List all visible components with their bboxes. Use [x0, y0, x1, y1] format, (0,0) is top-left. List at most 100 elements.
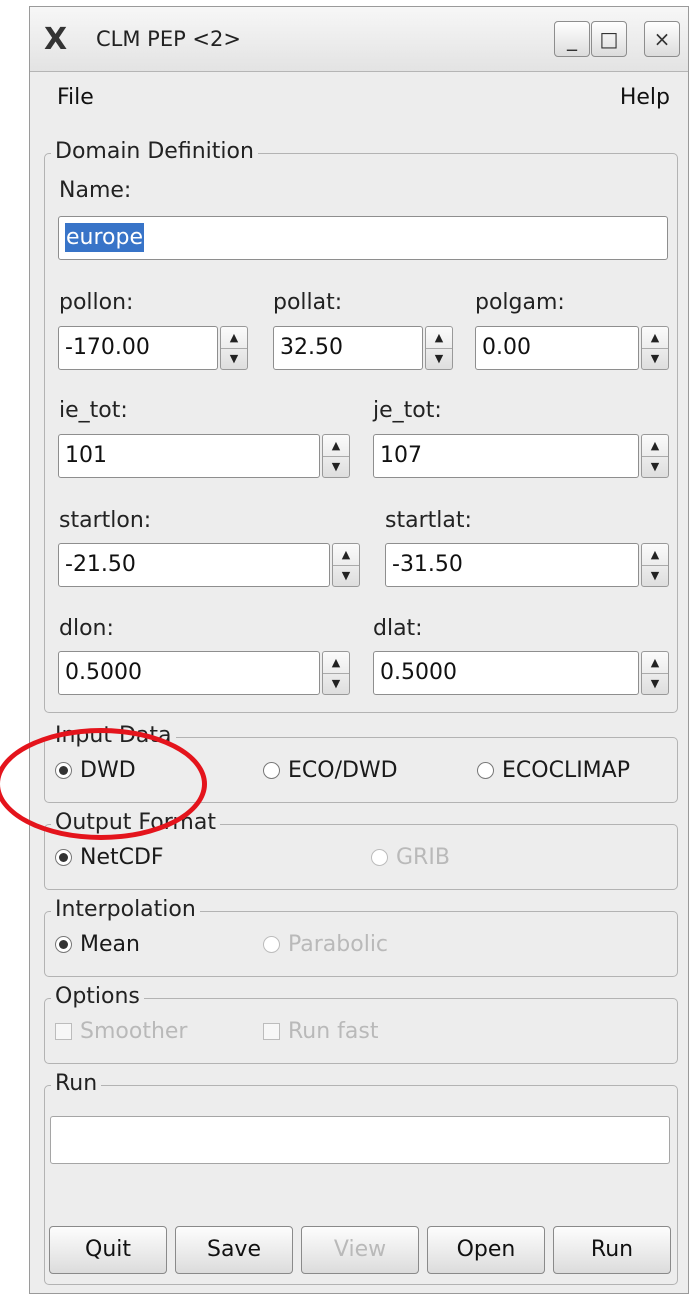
spin-down-icon[interactable]: ▼: [323, 456, 349, 477]
dlat-label: dlat:: [373, 616, 423, 641]
pollon-spinner[interactable]: ▲ ▼: [220, 326, 248, 370]
startlat-value: -31.50: [392, 552, 463, 577]
radio-unchecked-icon: [477, 762, 494, 779]
domain-definition-group: Domain Definition Name: europe pollon: p…: [44, 138, 678, 713]
close-button[interactable]: ×: [644, 21, 680, 57]
close-icon: ×: [653, 27, 671, 51]
smoother-label: Smoother: [80, 1019, 188, 1044]
minimize-button[interactable]: _: [554, 21, 590, 57]
ie-tot-input[interactable]: 101: [58, 434, 320, 478]
run-legend: Run: [51, 1070, 102, 1098]
pollat-input[interactable]: 32.50: [273, 326, 423, 370]
dlat-spinner[interactable]: ▲ ▼: [641, 651, 669, 695]
spin-up-icon[interactable]: ▲: [221, 327, 247, 349]
interpolation-group: Interpolation Mean Parabolic: [44, 896, 678, 977]
domain-definition-legend: Domain Definition: [51, 138, 258, 166]
checkbox-icon: [263, 1023, 280, 1040]
radio-netcdf-label: NetCDF: [80, 845, 164, 870]
je-tot-label: je_tot:: [373, 398, 442, 423]
title-bar[interactable]: X CLM PEP <2> _ □ ×: [30, 7, 688, 72]
pollon-value: -170.00: [65, 335, 150, 360]
maximize-icon: □: [599, 27, 619, 51]
pollat-spinner[interactable]: ▲ ▼: [425, 326, 453, 370]
spin-down-icon[interactable]: ▼: [333, 565, 359, 586]
run-fast-label: Run fast: [288, 1019, 379, 1044]
polgam-input[interactable]: 0.00: [475, 326, 639, 370]
quit-button[interactable]: Quit: [49, 1226, 167, 1274]
dlat-input[interactable]: 0.5000: [373, 651, 639, 695]
spin-down-icon[interactable]: ▼: [642, 565, 668, 586]
menu-help[interactable]: Help: [620, 85, 670, 110]
radio-mean[interactable]: Mean: [55, 932, 140, 957]
dlon-value: 0.5000: [65, 660, 142, 685]
spin-down-icon[interactable]: ▼: [221, 348, 247, 369]
radio-eco-dwd[interactable]: ECO/DWD: [263, 758, 398, 783]
spin-down-icon[interactable]: ▼: [642, 673, 668, 694]
radio-grib-label: GRIB: [396, 845, 450, 870]
name-input[interactable]: europe: [58, 216, 668, 260]
window-title: CLM PEP <2>: [96, 27, 241, 51]
pollon-label: pollon:: [59, 290, 134, 315]
polgam-spinner[interactable]: ▲ ▼: [641, 326, 669, 370]
startlon-spinner[interactable]: ▲ ▼: [332, 543, 360, 587]
spin-down-icon[interactable]: ▼: [426, 348, 452, 369]
radio-unchecked-icon: [371, 849, 388, 866]
open-button[interactable]: Open: [427, 1226, 545, 1274]
startlat-input[interactable]: -31.50: [385, 543, 639, 587]
name-value: europe: [65, 223, 144, 252]
spin-up-icon[interactable]: ▲: [642, 435, 668, 457]
radio-unchecked-icon: [263, 936, 280, 953]
dlon-spinner[interactable]: ▲ ▼: [322, 651, 350, 695]
pollat-label: pollat:: [273, 290, 343, 315]
radio-ecoclimap[interactable]: ECOCLIMAP: [477, 758, 630, 783]
spin-down-icon[interactable]: ▼: [642, 348, 668, 369]
smoother-checkbox: Smoother: [55, 1019, 187, 1044]
spin-up-icon[interactable]: ▲: [642, 652, 668, 674]
radio-grib: GRIB: [371, 845, 450, 870]
je-tot-value: 107: [380, 443, 422, 468]
spin-down-icon[interactable]: ▼: [323, 673, 349, 694]
startlon-label: startlon:: [59, 508, 152, 533]
spin-down-icon[interactable]: ▼: [642, 456, 668, 477]
pollat-value: 32.50: [280, 335, 343, 360]
pollon-input[interactable]: -170.00: [58, 326, 218, 370]
radio-checked-icon: [55, 849, 72, 866]
minimize-icon: _: [567, 27, 577, 51]
spin-up-icon[interactable]: ▲: [323, 652, 349, 674]
radio-unchecked-icon: [263, 762, 280, 779]
app-window: X CLM PEP <2> _ □ × File Help Domain Def…: [29, 6, 689, 1294]
app-x-icon: X: [44, 22, 68, 57]
menu-bar: File Help: [30, 71, 688, 123]
ie-tot-value: 101: [65, 443, 107, 468]
maximize-button[interactable]: □: [591, 21, 627, 57]
startlon-input[interactable]: -21.50: [58, 543, 330, 587]
polgam-value: 0.00: [482, 335, 531, 360]
dlon-label: dlon:: [59, 616, 114, 641]
je-tot-spinner[interactable]: ▲ ▼: [641, 434, 669, 478]
dlon-input[interactable]: 0.5000: [58, 651, 320, 695]
radio-parabolic-label: Parabolic: [288, 932, 389, 957]
menu-file[interactable]: File: [57, 85, 94, 110]
polgam-label: polgam:: [475, 290, 565, 315]
startlat-spinner[interactable]: ▲ ▼: [641, 543, 669, 587]
radio-checked-icon: [55, 936, 72, 953]
radio-netcdf[interactable]: NetCDF: [55, 845, 164, 870]
run-fast-checkbox: Run fast: [263, 1019, 379, 1044]
spin-up-icon[interactable]: ▲: [323, 435, 349, 457]
ie-tot-label: ie_tot:: [59, 398, 128, 423]
radio-parabolic: Parabolic: [263, 932, 388, 957]
spin-up-icon[interactable]: ▲: [426, 327, 452, 349]
spin-up-icon[interactable]: ▲: [642, 544, 668, 566]
save-button[interactable]: Save: [175, 1226, 293, 1274]
spin-up-icon[interactable]: ▲: [333, 544, 359, 566]
interpolation-legend: Interpolation: [51, 896, 200, 924]
view-button: View: [301, 1226, 419, 1274]
je-tot-input[interactable]: 107: [373, 434, 639, 478]
run-progress-field: [50, 1116, 670, 1164]
ie-tot-spinner[interactable]: ▲ ▼: [322, 434, 350, 478]
run-button[interactable]: Run: [553, 1226, 671, 1274]
radio-mean-label: Mean: [80, 932, 140, 957]
highlight-ellipse-annotation: [0, 728, 207, 840]
spin-up-icon[interactable]: ▲: [642, 327, 668, 349]
startlon-value: -21.50: [65, 552, 136, 577]
